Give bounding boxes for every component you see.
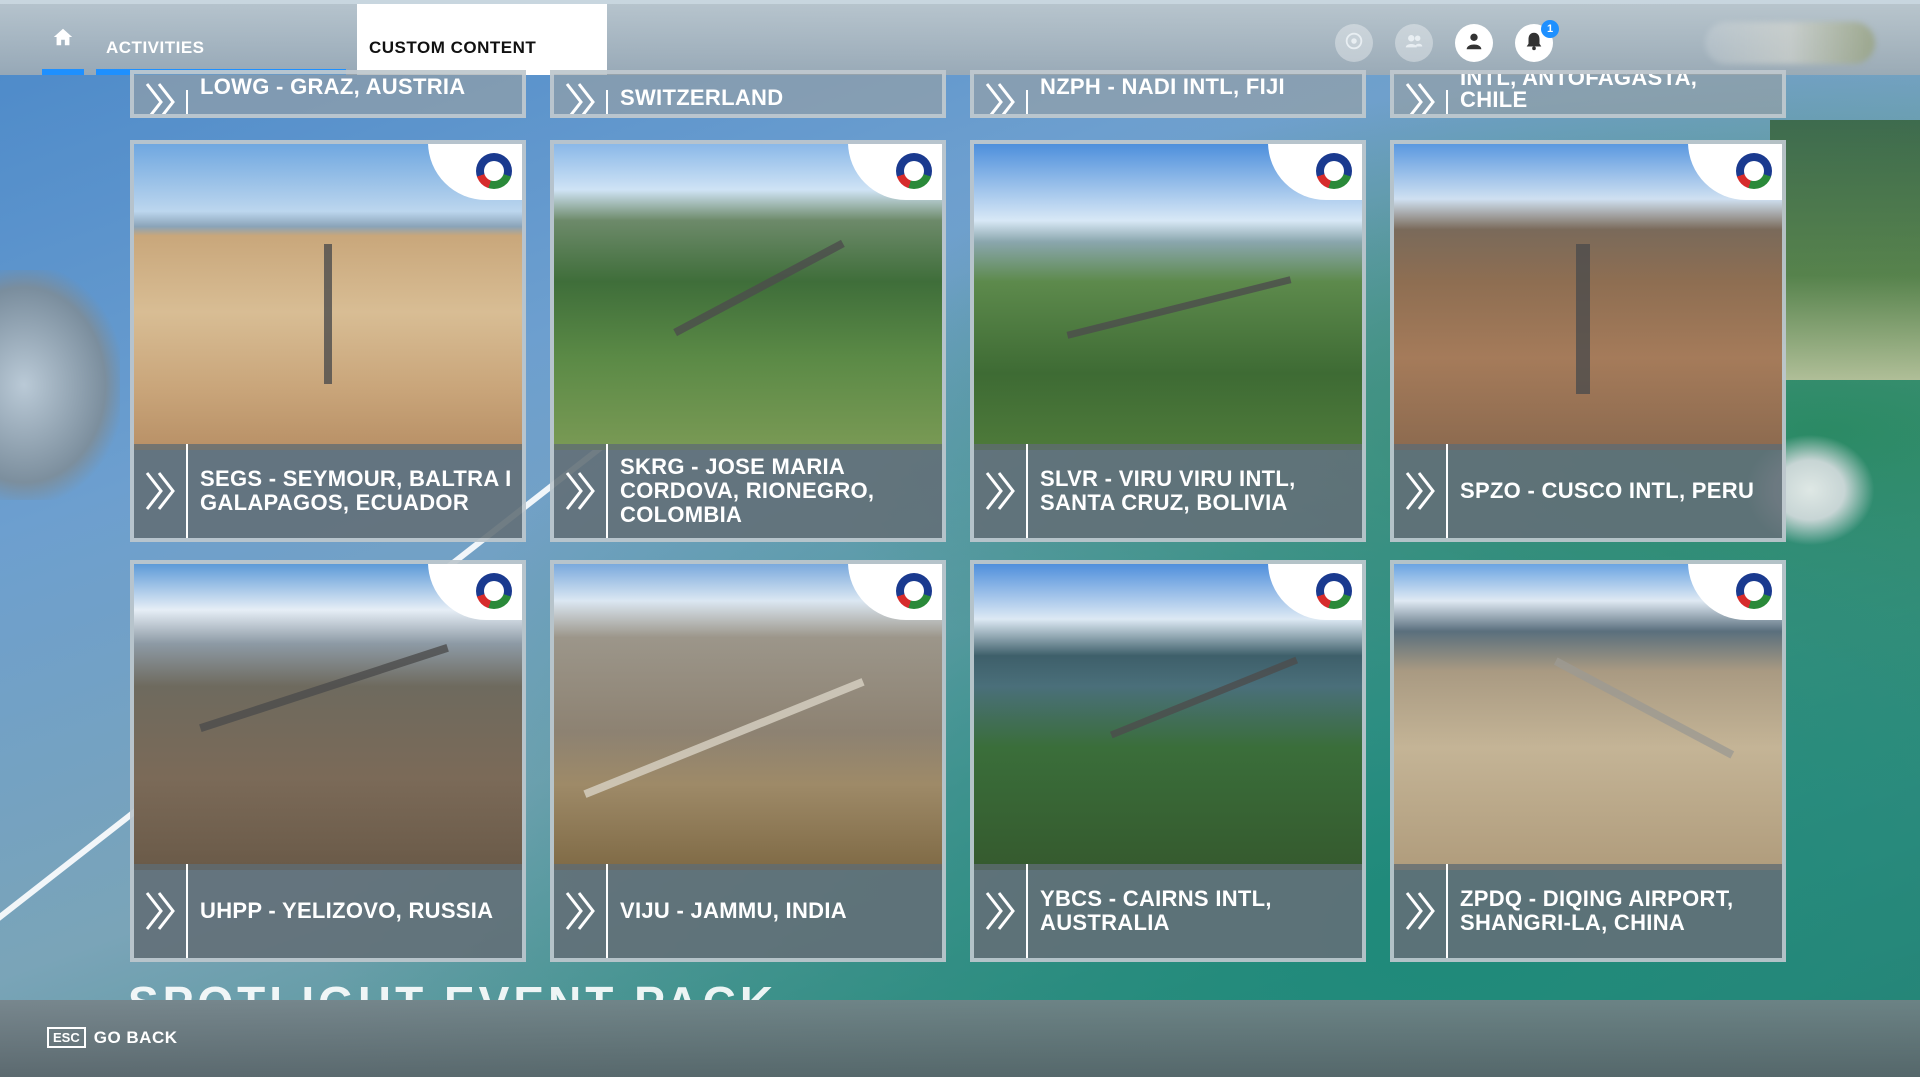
card-title: SKRG - JOSE MARIA CORDOVA, RIONEGRO, COL… [620,454,875,527]
airport-card[interactable]: SWITZERLAND [550,70,946,118]
publisher-logo-icon [896,573,932,609]
card-title: YBCS - CAIRNS INTL, AUSTRALIA [1040,886,1272,935]
content-grid: LOWG - GRAZ, AUSTRIA SWITZERLAND NZPH - … [0,0,1920,1077]
airport-card-ybcs[interactable]: YBCS - CAIRNS INTL, AUSTRALIA [970,560,1366,962]
card-caption: NZPH - NADI INTL, FIJI [974,74,1362,114]
publisher-logo-icon [896,153,932,189]
card-caption: LOWG - GRAZ, AUSTRIA [134,74,522,114]
bottom-bar: ESC GO BACK [0,1000,1920,1077]
airport-card-segs[interactable]: SEGS - SEYMOUR, BALTRA I GALAPAGOS, ECUA… [130,140,526,542]
card-caption: SKRG - JOSE MARIA CORDOVA, RIONEGRO, COL… [554,444,942,538]
airport-card[interactable]: INTL, ANTOFAGASTA, CHILE [1390,70,1786,118]
airport-card-zpdq[interactable]: ZPDQ - DIQING AIRPORT, SHANGRI-LA, CHINA [1390,560,1786,962]
publisher-logo-icon [1736,153,1772,189]
publisher-logo-icon [1316,573,1352,609]
card-caption: VIJU - JAMMU, INDIA [554,864,942,958]
card-caption: SEGS - SEYMOUR, BALTRA I GALAPAGOS, ECUA… [134,444,522,538]
chevron-right-icon [1394,864,1448,958]
card-title: INTL, ANTOFAGASTA, CHILE [1460,70,1698,112]
chevron-right-icon [974,83,1028,114]
card-title: SLVR - VIRU VIRU INTL, SANTA CRUZ, BOLIV… [1040,466,1296,515]
card-title: LOWG - GRAZ, AUSTRIA [200,74,466,99]
esc-key-hint: ESC [47,1027,86,1048]
section-heading: SPOTLIGHT EVENT PACK [128,978,777,1000]
card-caption: UHPP - YELIZOVO, RUSSIA [134,864,522,958]
card-title: UHPP - YELIZOVO, RUSSIA [200,898,494,923]
chevron-right-icon [134,864,188,958]
chevron-right-icon [1394,444,1448,538]
airport-card-viju[interactable]: VIJU - JAMMU, INDIA [550,560,946,962]
card-caption: YBCS - CAIRNS INTL, AUSTRALIA [974,864,1362,958]
go-back-label: GO BACK [93,1027,178,1047]
publisher-logo-icon [1316,153,1352,189]
card-caption: INTL, ANTOFAGASTA, CHILE [1394,74,1782,114]
chevron-right-icon [974,864,1028,958]
airport-card-spzo[interactable]: SPZO - CUSCO INTL, PERU [1390,140,1786,542]
card-caption: SLVR - VIRU VIRU INTL, SANTA CRUZ, BOLIV… [974,444,1362,538]
card-caption: SPZO - CUSCO INTL, PERU [1394,444,1782,538]
publisher-logo-icon [476,573,512,609]
chevron-right-icon [554,864,608,958]
airport-card-uhpp[interactable]: UHPP - YELIZOVO, RUSSIA [130,560,526,962]
chevron-right-icon [974,444,1028,538]
chevron-right-icon [554,83,608,114]
chevron-right-icon [134,83,188,114]
publisher-logo-icon [1736,573,1772,609]
card-title: SWITZERLAND [620,85,784,110]
card-title: ZPDQ - DIQING AIRPORT, SHANGRI-LA, CHINA [1460,886,1734,935]
card-title: SEGS - SEYMOUR, BALTRA I GALAPAGOS, ECUA… [200,466,512,515]
chevron-right-icon [134,444,188,538]
card-title: NZPH - NADI INTL, FIJI [1040,74,1285,99]
airport-card-slvr[interactable]: SLVR - VIRU VIRU INTL, SANTA CRUZ, BOLIV… [970,140,1366,542]
airport-card[interactable]: NZPH - NADI INTL, FIJI [970,70,1366,118]
chevron-right-icon [1394,83,1448,114]
card-caption: ZPDQ - DIQING AIRPORT, SHANGRI-LA, CHINA [1394,864,1782,958]
airport-card-skrg[interactable]: SKRG - JOSE MARIA CORDOVA, RIONEGRO, COL… [550,140,946,542]
card-title: VIJU - JAMMU, INDIA [620,898,847,923]
chevron-right-icon [554,444,608,538]
airport-card[interactable]: LOWG - GRAZ, AUSTRIA [130,70,526,118]
card-title: SPZO - CUSCO INTL, PERU [1460,478,1755,503]
publisher-logo-icon [476,153,512,189]
card-caption: SWITZERLAND [554,74,942,114]
go-back-button[interactable]: ESC GO BACK [47,1027,178,1048]
